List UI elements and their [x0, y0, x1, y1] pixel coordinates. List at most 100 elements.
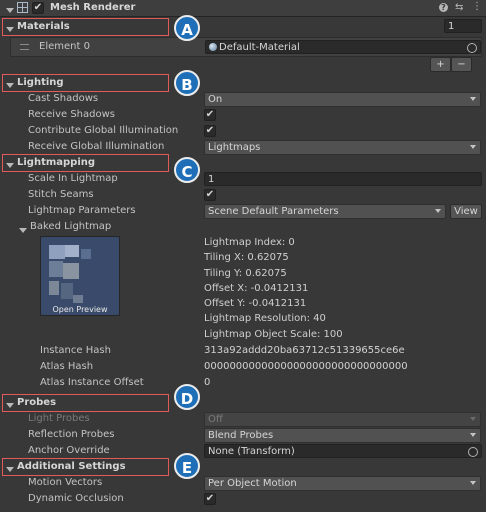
contribute-gi-label: Contribute Global Illumination — [28, 125, 179, 136]
light-probes-dropdown: Off — [204, 412, 481, 427]
materials-foldout-icon[interactable] — [6, 24, 14, 35]
dropdown-arrow-icon — [470, 97, 476, 101]
light-probes-label: Light Probes — [28, 413, 90, 424]
receive-gi-dropdown[interactable]: Lightmaps — [204, 140, 481, 155]
reflection-probes-label: Reflection Probes — [28, 429, 115, 440]
additional-settings-foldout-icon[interactable] — [6, 464, 14, 475]
contribute-gi-row: Contribute Global Illumination ✔ — [0, 123, 486, 139]
scale-in-lightmap-value: 1 — [208, 174, 215, 185]
motion-vectors-dropdown[interactable]: Per Object Motion — [204, 476, 481, 491]
lightmap-info-line: Tiling X: 0.62075 — [204, 252, 289, 264]
baked-lightmap-row: Baked Lightmap — [0, 219, 486, 235]
scale-in-lightmap-label: Scale In Lightmap — [28, 173, 118, 184]
receive-gi-value: Lightmaps — [208, 142, 261, 153]
lightmap-chart-7 — [81, 249, 91, 259]
stitch-seams-checkbox[interactable]: ✔ — [204, 189, 216, 201]
scale-in-lightmap-row: Scale In Lightmap 1 — [0, 171, 486, 187]
instance-hash-row: Instance Hash 313a92addd20ba63712c513396… — [0, 343, 486, 359]
stitch-seams-label: Stitch Seams — [28, 189, 94, 200]
lightmap-info-line: Offset X: -0.0412131 — [204, 282, 309, 294]
materials-size-value: 1 — [448, 21, 455, 32]
receive-gi-label: Receive Global Illumination — [28, 141, 165, 152]
motion-vectors-label: Motion Vectors — [28, 477, 103, 488]
dropdown-arrow-icon — [470, 417, 476, 421]
atlas-instance-offset-row: Atlas Instance Offset 0 — [0, 375, 486, 391]
lightmap-chart-4 — [63, 263, 79, 279]
atlas-hash-label: Atlas Hash — [40, 361, 94, 372]
object-picker-icon[interactable] — [467, 43, 477, 56]
lightmap-chart-1 — [49, 245, 65, 259]
material-object-field[interactable]: Default-Material — [205, 40, 481, 54]
cast-shadows-dropdown[interactable]: On — [204, 92, 481, 107]
callout-badge-b: B — [174, 70, 200, 96]
light-probes-value: Off — [208, 414, 223, 425]
callout-badge-a: A — [174, 15, 200, 41]
lightmap-info-line: Lightmap Index: 0 — [204, 237, 295, 248]
materials-size-field[interactable]: 1 — [444, 19, 482, 33]
materials-label[interactable]: Materials — [17, 19, 70, 35]
lightmap-parameters-label: Lightmap Parameters — [28, 205, 136, 216]
cast-shadows-row: Cast Shadows On — [0, 91, 486, 107]
dropdown-arrow-icon — [470, 433, 476, 437]
anchor-override-value: None (Transform) — [208, 446, 295, 457]
presets-icon[interactable]: ⇆ — [455, 2, 463, 14]
lightmapping-foldout-icon[interactable] — [6, 160, 14, 171]
lightmap-chart-6 — [61, 283, 73, 299]
foldout-arrow-icon[interactable] — [6, 5, 14, 16]
dropdown-arrow-icon — [435, 209, 441, 213]
help-icon[interactable]: ? — [439, 3, 448, 12]
probes-label[interactable]: Probes — [17, 395, 56, 411]
view-button[interactable]: View — [450, 204, 482, 219]
scale-in-lightmap-field[interactable]: 1 — [204, 172, 482, 186]
cast-shadows-label: Cast Shadows — [28, 93, 99, 104]
lightmap-info: Lightmap Index: 0 Tiling X: 0.62075 Tiling… — [204, 235, 343, 342]
atlas-hash-row: Atlas Hash 00000000000000000000000000000… — [0, 359, 486, 375]
lightmap-preview[interactable]: Open Preview — [40, 236, 120, 316]
instance-hash-label: Instance Hash — [40, 345, 111, 356]
lighting-label[interactable]: Lighting — [17, 75, 64, 91]
lightmap-parameters-value: Scene Default Parameters — [208, 206, 339, 217]
additional-settings-label[interactable]: Additional Settings — [17, 459, 126, 475]
anchor-override-field[interactable]: None (Transform) — [204, 444, 482, 458]
receive-shadows-checkbox[interactable]: ✔ — [204, 109, 216, 121]
remove-element-button[interactable]: − — [451, 57, 472, 72]
add-element-button[interactable]: + — [430, 57, 451, 72]
atlas-instance-offset-value: 0 — [204, 377, 211, 388]
component-enabled-checkbox[interactable]: ✔ — [32, 2, 44, 14]
more-menu-icon[interactable]: ⋮ — [472, 1, 482, 13]
contribute-gi-checkbox[interactable]: ✔ — [204, 125, 216, 137]
drag-handle-icon[interactable] — [20, 44, 29, 50]
mesh-renderer-icon — [17, 2, 28, 16]
material-value: Default-Material — [219, 42, 300, 53]
anchor-override-row: Anchor Override None (Transform) — [0, 443, 486, 459]
component-header: ✔ Mesh Renderer ? ⇆ ⋮ — [0, 0, 486, 17]
baked-lightmap-label[interactable]: Baked Lightmap — [30, 219, 111, 235]
receive-shadows-row: Receive Shadows ✔ — [0, 107, 486, 123]
anchor-override-label: Anchor Override — [28, 445, 110, 456]
object-picker-icon[interactable] — [468, 447, 478, 460]
light-probes-row: Light Probes Off — [0, 411, 486, 427]
lighting-foldout-icon[interactable] — [6, 80, 14, 91]
reflection-probes-row: Reflection Probes Blend Probes — [0, 427, 486, 443]
lightmap-info-line: Offset Y: -0.0412131 — [204, 298, 307, 310]
baked-lightmap-foldout-icon[interactable] — [19, 225, 27, 236]
lightmap-info-line: Lightmap Object Scale: 100 — [204, 328, 343, 340]
probes-foldout-icon[interactable] — [6, 400, 14, 411]
dropdown-arrow-icon — [470, 481, 476, 485]
atlas-hash-value: 00000000000000000000000000000000 — [204, 361, 408, 372]
motion-vectors-row: Motion Vectors Per Object Motion — [0, 475, 486, 491]
receive-shadows-label: Receive Shadows — [28, 109, 115, 120]
lightmap-chart-3 — [49, 261, 63, 277]
material-sphere-icon — [209, 43, 217, 51]
element-0-label: Element 0 — [39, 41, 90, 52]
dynamic-occlusion-checkbox[interactable]: ✔ — [204, 493, 216, 505]
dynamic-occlusion-row: Dynamic Occlusion ✔ — [0, 491, 486, 507]
dynamic-occlusion-label: Dynamic Occlusion — [28, 493, 124, 504]
component-title: Mesh Renderer — [50, 2, 136, 13]
reflection-probes-dropdown[interactable]: Blend Probes — [204, 428, 481, 443]
lightmap-info-line: Lightmap Resolution: 40 — [204, 313, 326, 325]
instance-hash-value: 313a92addd20ba63712c51339655ce6e — [204, 345, 405, 356]
lightmap-parameters-row: Lightmap Parameters Scene Default Parame… — [0, 203, 486, 219]
lightmapping-label[interactable]: Lightmapping — [17, 155, 95, 171]
lightmap-parameters-dropdown[interactable]: Scene Default Parameters — [204, 204, 446, 219]
